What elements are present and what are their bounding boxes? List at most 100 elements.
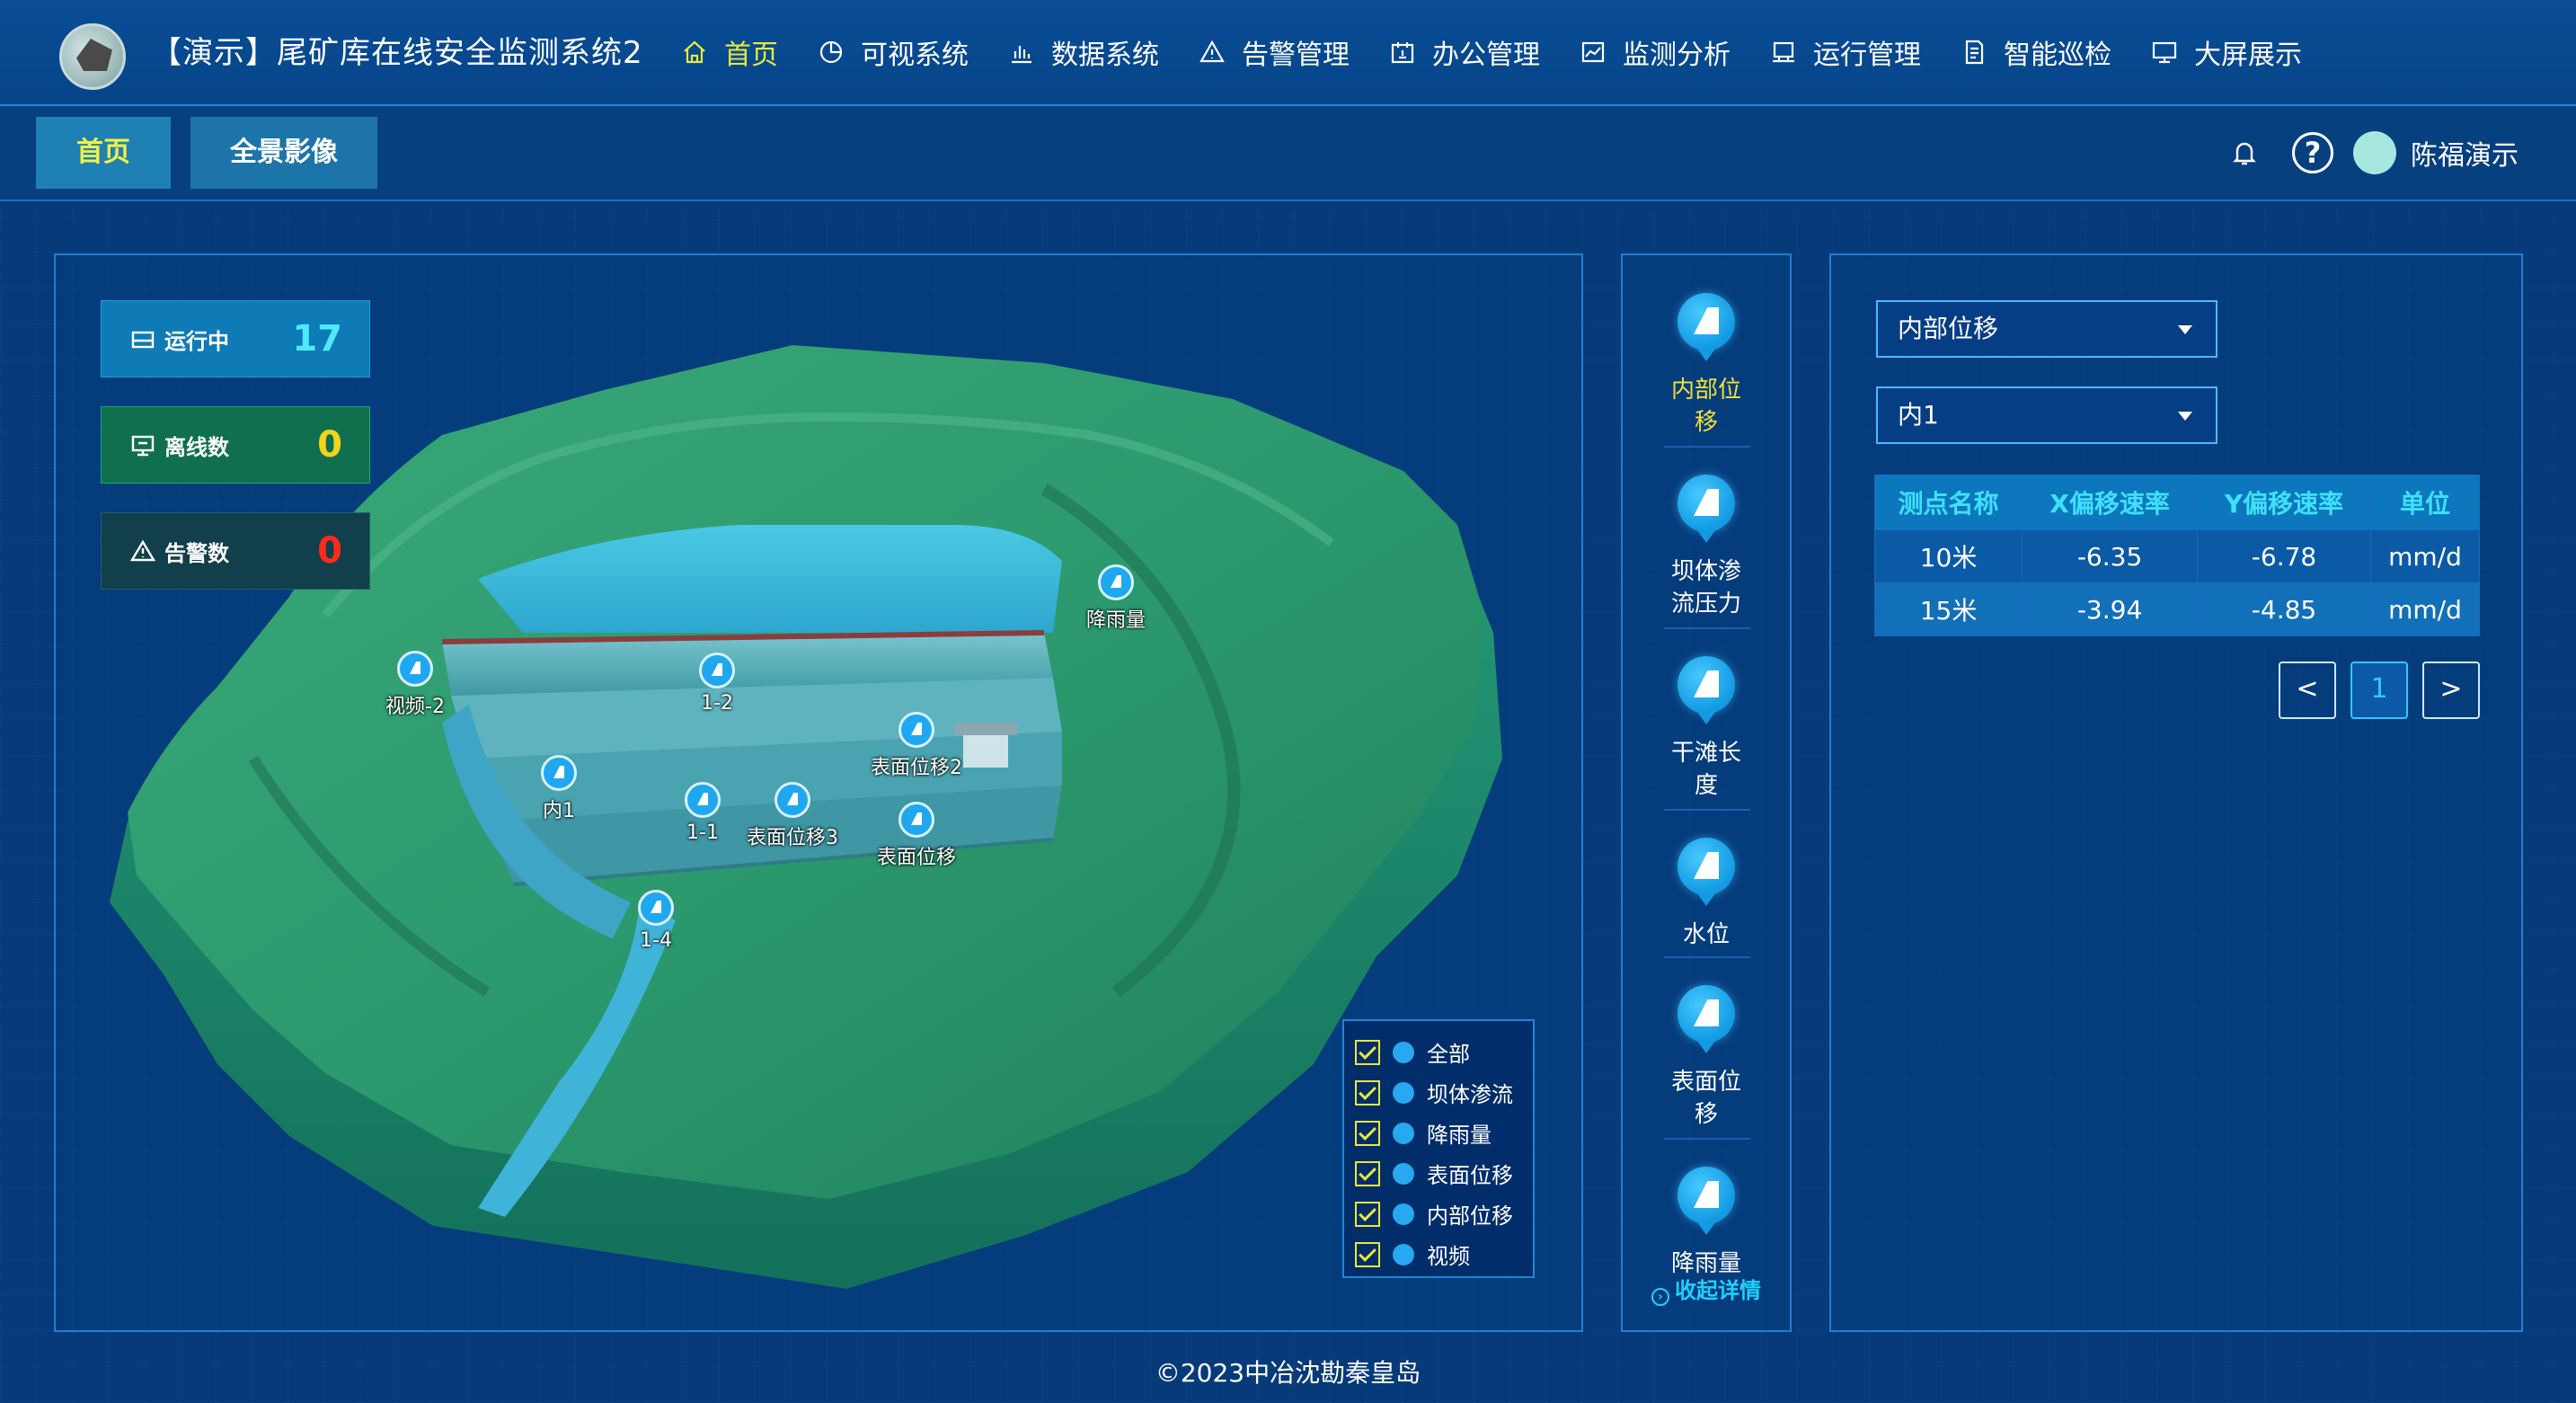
tab-home[interactable]: 首页 (36, 117, 171, 189)
type-dam-seepage-pressure[interactable]: 坝体渗流压力 (1623, 475, 1790, 620)
divider (1664, 446, 1750, 448)
monitor-type-select[interactable]: 内部位移 (1876, 300, 2217, 358)
status-alarm-value: 0 (317, 530, 342, 572)
legend-item-rainfall[interactable]: 降雨量 (1355, 1113, 1522, 1153)
monitor-icon (1773, 41, 1794, 63)
divider (1664, 627, 1750, 629)
status-running[interactable]: 运行中 17 (101, 300, 370, 377)
type-rainfall[interactable]: 降雨量 (1623, 1167, 1790, 1280)
marker-label: 表面位移2 (871, 757, 962, 779)
table-cell: 15米 (1873, 582, 2023, 636)
nav-item-alarm-management[interactable]: 告警管理 (1199, 27, 1350, 77)
main-nav: 首页 可视系统 数据系统 告警管理 办公管理 监测分析 运行管理 智能巡检 大屏… (681, 27, 2341, 77)
marker-label: 内1 (543, 800, 575, 822)
help-icon[interactable]: ? (2292, 132, 2333, 173)
table-cell: -6.78 (2196, 529, 2372, 583)
internal-displacement-marker-icon (541, 755, 577, 791)
table-cell: -3.94 (2022, 582, 2198, 636)
rainfall-marker-icon (1098, 564, 1134, 600)
prev-page-button[interactable]: < (2279, 662, 2336, 719)
legend-item-seepage[interactable]: 坝体渗流 (1355, 1072, 1522, 1113)
type-water-level[interactable]: 水位 (1623, 838, 1790, 951)
checkbox[interactable] (1355, 1039, 1380, 1065)
status-running-value: 17 (292, 318, 342, 360)
marker-label: 表面位移 (876, 847, 957, 869)
app-title: 【演示】尾矿库在线安全监测系统2 (151, 35, 643, 71)
displacement-data-table: 测点名称 X偏移速率 Y偏移速率 单位 10米 -6.35 -6.78 mm/d… (1873, 475, 2480, 636)
surface-displacement-marker-icon (775, 782, 810, 818)
nav-item-operation-management[interactable]: 运行管理 (1770, 27, 1921, 77)
avatar[interactable] (2353, 131, 2396, 174)
status-offline-label: 离线数 (164, 434, 229, 460)
seepage-marker-icon (685, 782, 721, 818)
column-header: 单位 (2370, 475, 2480, 530)
table-row[interactable]: 15米 -3.94 -4.85 mm/d (1873, 582, 2480, 636)
seepage-marker-icon (638, 890, 674, 926)
checkbox[interactable] (1355, 1241, 1380, 1267)
map-panel: 运行中 17 离线数 0 告警数 0 视频-2 1-2 降雨量 表面位移2 内1… (54, 253, 1583, 1332)
type-dry-beach-length[interactable]: 干滩长度 (1623, 656, 1790, 802)
checkbox[interactable] (1355, 1201, 1380, 1227)
divider (1664, 1138, 1750, 1140)
seepage-pressure-icon (1677, 475, 1735, 532)
legend-item-surface-displacement[interactable]: 表面位移 (1355, 1153, 1522, 1194)
nav-label: 数据系统 (1051, 40, 1159, 71)
water-level-icon (1677, 838, 1735, 895)
legend-item-video[interactable]: 视频 (1355, 1234, 1522, 1274)
column-header: 测点名称 (1873, 475, 2023, 530)
nav-item-home[interactable]: 首页 (681, 27, 778, 77)
table-row[interactable]: 10米 -6.35 -6.78 mm/d (1873, 529, 2480, 583)
rainfall-icon (1677, 1167, 1735, 1224)
surface-displacement-icon (1393, 1162, 1414, 1185)
calendar-icon (1391, 42, 1414, 64)
page-number-button[interactable]: 1 (2350, 662, 2408, 719)
status-alarm[interactable]: 告警数 0 (101, 512, 370, 590)
bell-icon[interactable] (2229, 138, 2260, 168)
monitor-point-select[interactable]: 内1 (1876, 386, 2217, 444)
marker-label: 降雨量 (1085, 609, 1146, 632)
nav-item-smart-inspection[interactable]: 智能巡检 (1961, 27, 2111, 77)
marker-label: 表面位移3 (747, 827, 838, 849)
type-internal-displacement[interactable]: 内部位移 (1623, 293, 1790, 439)
nav-label: 运行管理 (1813, 40, 1921, 71)
nav-item-big-screen[interactable]: 大屏展示 (2151, 27, 2302, 77)
nav-item-visual-system[interactable]: 可视系统 (818, 27, 969, 77)
monitor-type-list: 内部位移 坝体渗流压力 干滩长度 水位 表面位移 降雨量 › 收起详情 (1621, 253, 1792, 1332)
checkbox[interactable] (1355, 1120, 1380, 1146)
nav-item-monitoring-analysis[interactable]: 监测分析 (1580, 27, 1731, 77)
nav-item-data-system[interactable]: 数据系统 (1008, 27, 1159, 77)
tab-panorama[interactable]: 全景影像 (190, 117, 377, 189)
user-name[interactable]: 陈福演示 (2411, 133, 2518, 173)
legend-item-internal-displacement[interactable]: 内部位移 (1355, 1194, 1522, 1234)
bar-chart-icon (1012, 46, 1031, 64)
collapse-details-button[interactable]: › 收起详情 (1623, 1273, 1790, 1306)
checkbox[interactable] (1355, 1160, 1380, 1186)
type-surface-displacement[interactable]: 表面位移 (1623, 985, 1790, 1131)
select-value: 内部位移 (1898, 314, 1999, 343)
nav-label: 办公管理 (1432, 40, 1540, 71)
marker-label: 1-1 (686, 821, 719, 844)
status-offline-value: 0 (317, 424, 342, 466)
legend-label: 坝体渗流 (1427, 1082, 1513, 1107)
checkbox[interactable] (1355, 1079, 1380, 1106)
legend-label: 降雨量 (1427, 1123, 1492, 1148)
all-layers-icon (1393, 1041, 1414, 1063)
status-offline[interactable]: 离线数 0 (101, 406, 370, 484)
line-chart-icon (1581, 41, 1605, 63)
seepage-icon (1393, 1081, 1414, 1104)
legend-item-all[interactable]: 全部 (1355, 1032, 1522, 1072)
surface-displacement-icon (1677, 985, 1735, 1043)
legend-label: 视频 (1427, 1244, 1470, 1269)
legend-label: 内部位移 (1427, 1203, 1513, 1229)
type-label: 内部位移 (1670, 377, 1741, 436)
column-header: Y偏移速率 (2196, 475, 2372, 530)
document-icon (1965, 40, 1984, 65)
type-label: 坝体渗流压力 (1670, 558, 1741, 617)
next-page-button[interactable]: > (2422, 662, 2480, 719)
type-label: 表面位移 (1670, 1069, 1741, 1128)
table-cell: -4.85 (2196, 582, 2372, 636)
internal-displacement-icon (1677, 293, 1735, 351)
nav-item-office-management[interactable]: 办公管理 (1389, 27, 1540, 77)
arrow-circle-icon: › (1651, 1288, 1669, 1306)
select-value: 内1 (1898, 400, 1939, 430)
